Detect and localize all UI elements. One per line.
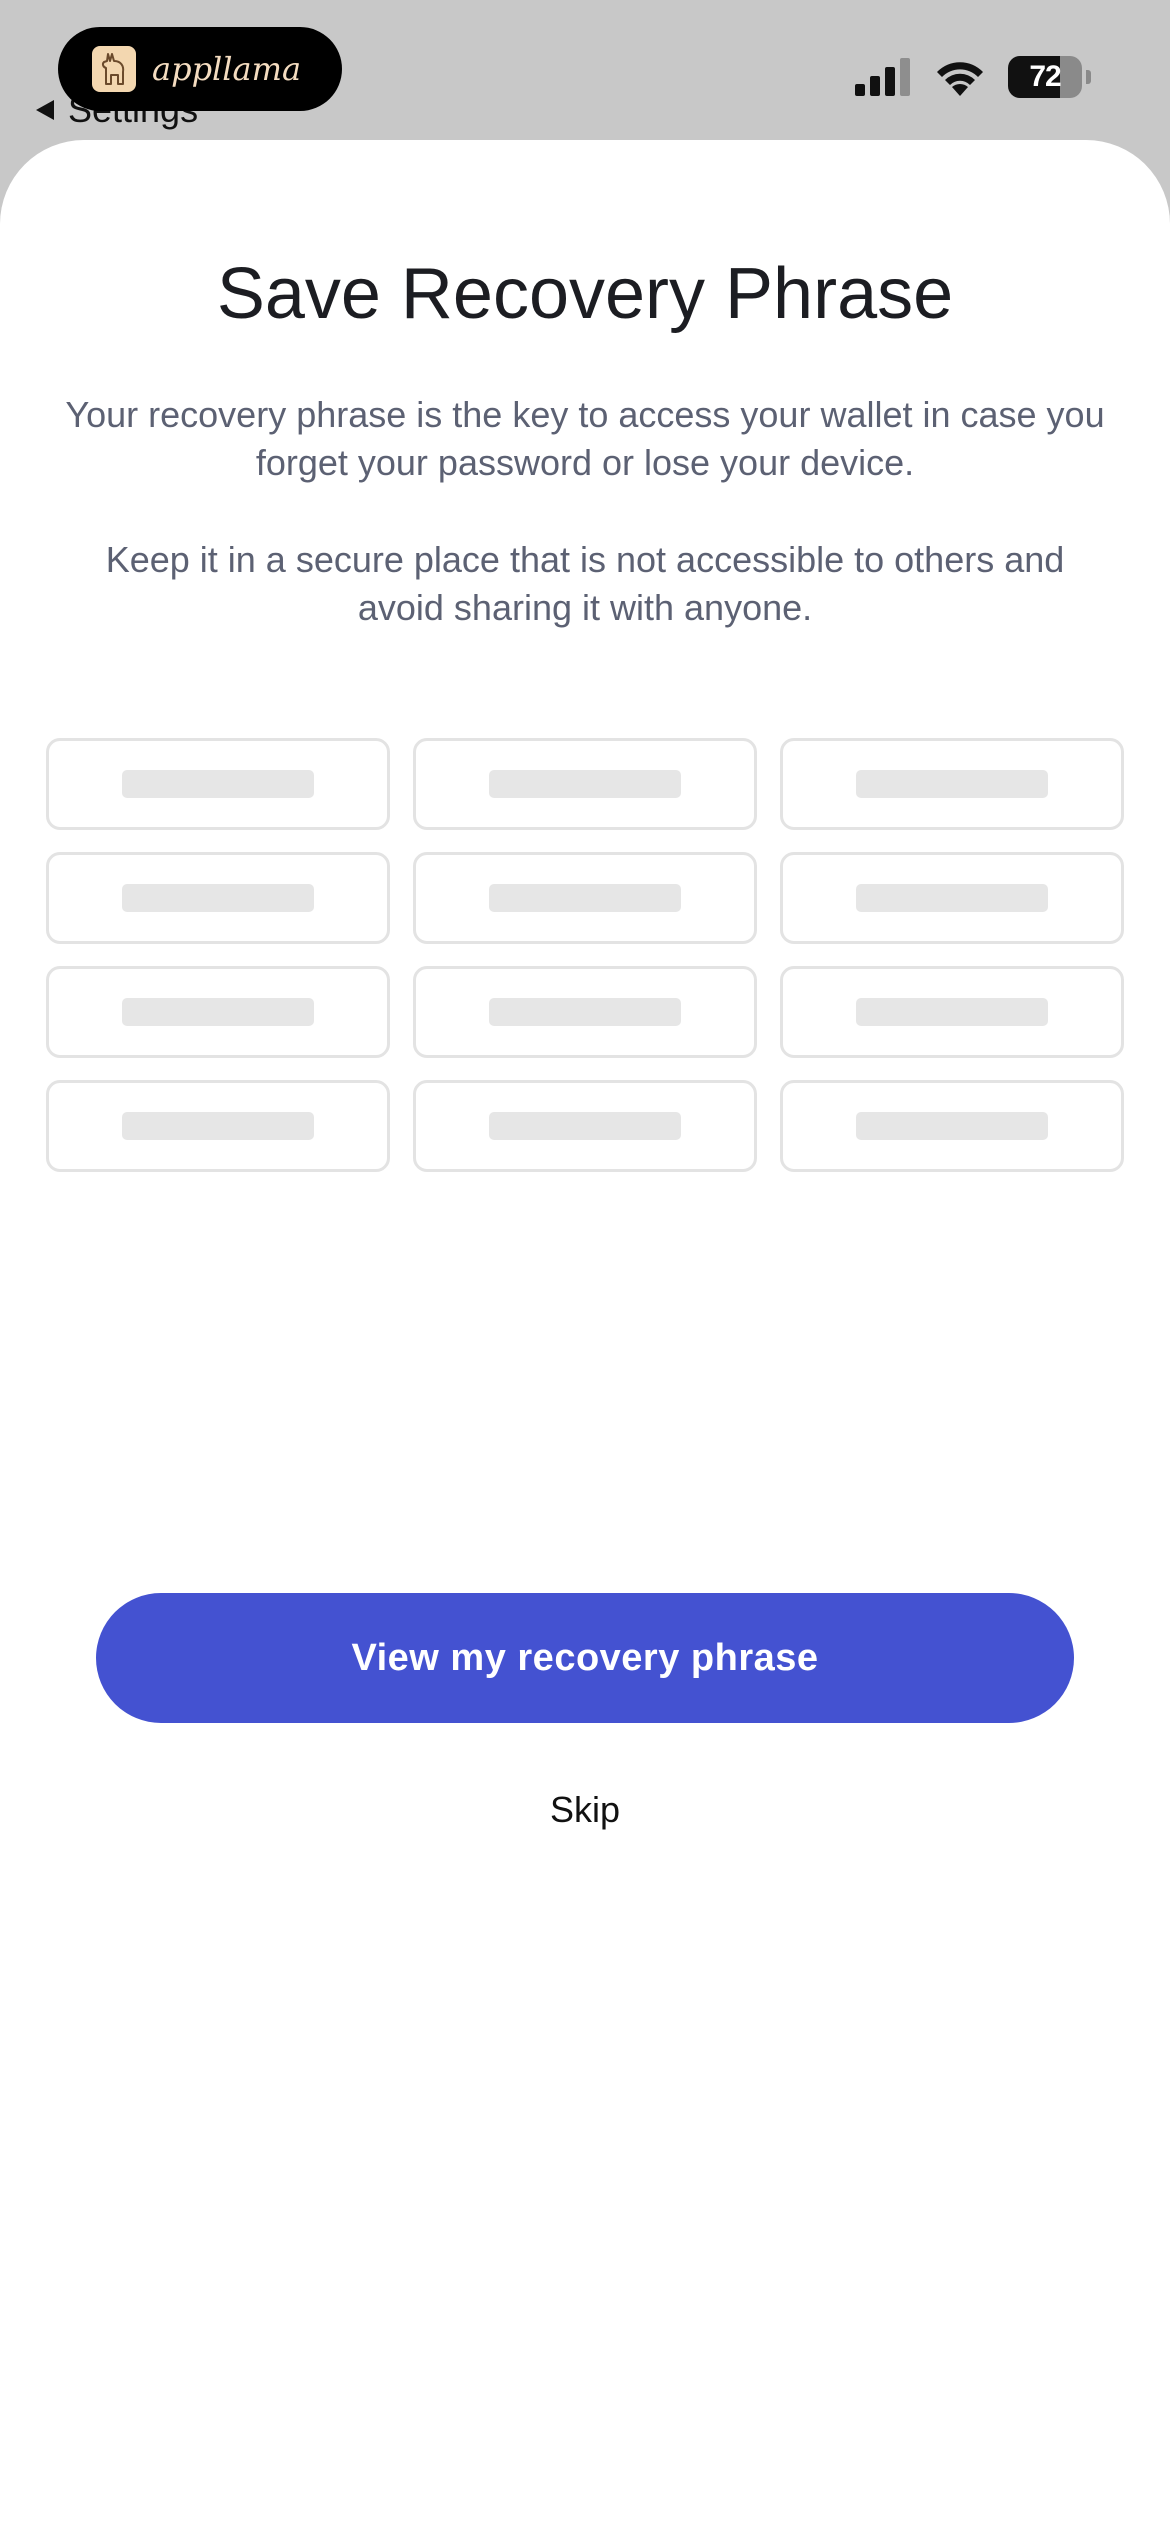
phrase-word-slot [780, 738, 1124, 830]
hidden-word-placeholder [489, 998, 681, 1026]
battery-body: 72 [1008, 56, 1082, 98]
page-title: Save Recovery Phrase [216, 254, 954, 334]
phrase-word-slot [780, 966, 1124, 1058]
phrase-word-slot [780, 1080, 1124, 1172]
hidden-word-placeholder [856, 770, 1048, 798]
hidden-word-placeholder [856, 884, 1048, 912]
hidden-word-placeholder [122, 770, 314, 798]
description-secondary: Keep it in a secure place that is not ac… [105, 539, 1065, 628]
phrase-word-slot [46, 738, 390, 830]
hidden-word-placeholder [122, 998, 314, 1026]
battery-cap [1086, 70, 1091, 84]
hidden-word-placeholder [122, 1112, 314, 1140]
battery-level: 72 [1029, 60, 1061, 93]
description-primary: Your recovery phrase is the key to acces… [65, 394, 1105, 483]
skip-button[interactable]: Skip [485, 1780, 685, 1840]
cellular-signal-icon [855, 58, 910, 96]
island-app-name: appllama [152, 50, 302, 88]
recovery-phrase-grid [46, 738, 1124, 1172]
phrase-word-slot [46, 1080, 390, 1172]
battery-icon: 72 [1008, 56, 1091, 98]
phrase-word-slot [413, 852, 757, 944]
hidden-word-placeholder [856, 998, 1048, 1026]
phrase-word-slot [413, 738, 757, 830]
hidden-word-placeholder [489, 884, 681, 912]
hidden-word-placeholder [856, 1112, 1048, 1140]
phrase-word-slot [413, 1080, 757, 1172]
back-arrow-icon [36, 100, 54, 120]
recovery-phrase-sheet [0, 140, 1170, 2532]
status-bar: Settings appllama 72 [0, 0, 1170, 140]
llama-logo-icon [92, 46, 136, 92]
phrase-word-slot [413, 966, 757, 1058]
phrase-word-slot [46, 852, 390, 944]
wifi-icon [937, 62, 983, 96]
hidden-word-placeholder [489, 1112, 681, 1140]
view-recovery-phrase-button[interactable]: View my recovery phrase [96, 1593, 1074, 1723]
hidden-word-placeholder [489, 770, 681, 798]
phrase-word-slot [780, 852, 1124, 944]
hidden-word-placeholder [122, 884, 314, 912]
phrase-word-slot [46, 966, 390, 1058]
dynamic-island: appllama [58, 27, 342, 111]
